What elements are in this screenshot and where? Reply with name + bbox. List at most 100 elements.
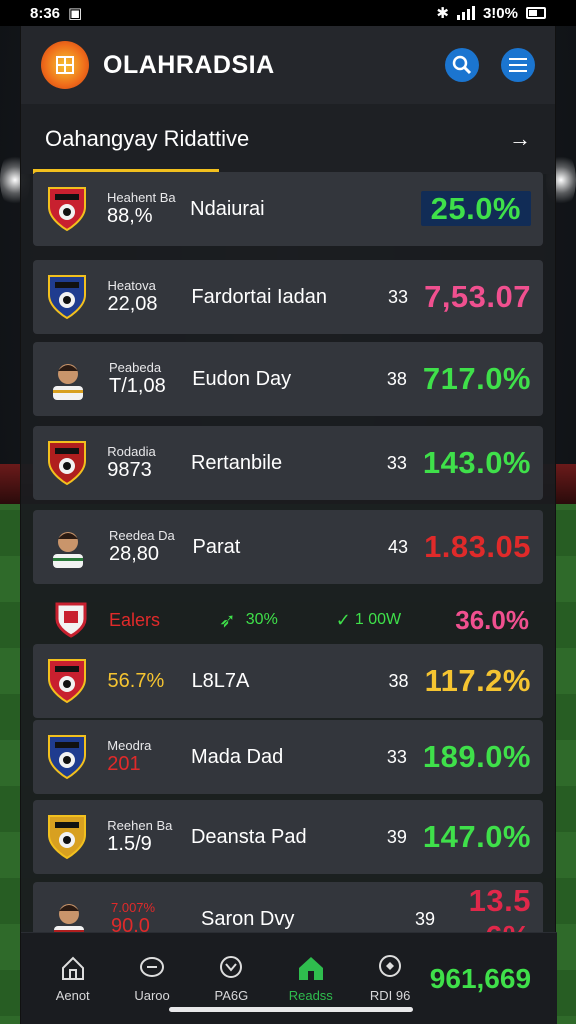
- stats-icon: [379, 955, 402, 977]
- card-meta: Peabeda T/1,08: [109, 359, 184, 398]
- ticker-row[interactable]: Ealers ➶ 30% ✓ 1 00W 36.0%: [33, 598, 543, 642]
- section-title: Oahangyay Ridattive: [45, 126, 250, 151]
- ticker-stat-1: 30%: [245, 611, 278, 628]
- card-number: T/1,08: [109, 375, 166, 398]
- nav-item-uaroo[interactable]: Uaroo: [112, 954, 191, 1003]
- card-meta: Meodra 201: [107, 737, 183, 775]
- card-subtitle: Peabeda: [109, 359, 162, 375]
- club-crest-icon: [47, 594, 95, 646]
- club-crest-icon: [45, 731, 89, 783]
- card-name: Mada Dad: [190, 745, 284, 768]
- card-count: 39: [386, 826, 407, 847]
- card-number: 22,08: [107, 293, 158, 316]
- nav-item-pa6g[interactable]: PA6G: [192, 954, 271, 1003]
- card-value-text: 147.0%: [422, 819, 531, 854]
- trophy-icon: [220, 956, 243, 978]
- card-count: 43: [388, 536, 409, 557]
- card-name: Parat: [192, 535, 241, 558]
- card-count: 38: [388, 670, 409, 691]
- card-value: 189.0%: [423, 739, 531, 775]
- section-header[interactable]: Oahangyay Ridattive →: [21, 104, 555, 174]
- ranking-card[interactable]: 56.7% L8L7A 38 117.2%: [33, 644, 543, 718]
- card-meta: Rodadia 9873: [107, 443, 183, 482]
- card-value: 7,53.07: [424, 279, 531, 315]
- app-screen: OLAHRADSIA Oahangyay Ridattive → Heahent…: [20, 26, 557, 1024]
- card-subtitle: Heahent Ba: [106, 189, 176, 205]
- card-name: L8L7A: [191, 669, 250, 692]
- nav-item-readss[interactable]: Readss: [271, 954, 350, 1003]
- nav-label: PA6G: [214, 988, 249, 1003]
- ranking-card[interactable]: Reehen Ba 1.5/9 Deansta Pad 39 147.0%: [33, 800, 543, 874]
- ranking-card[interactable]: Peabeda T/1,08 Eudon Day 38 717.0%: [33, 342, 543, 416]
- card-meta: Heahent Ba 88,%: [106, 189, 182, 228]
- app-logo-icon: [41, 41, 89, 89]
- card-meta: Reedea Da 28,80: [109, 527, 185, 565]
- club-crest-icon: [45, 811, 89, 863]
- ticker-value: 36.0%: [455, 604, 529, 635]
- ranking-card[interactable]: Meodra 201 Mada Dad 33 189.0%: [33, 720, 543, 794]
- card-number: 1.5/9: [107, 833, 152, 856]
- nav-label: Aenot: [55, 988, 90, 1003]
- card-subtitle: Rodadia: [107, 443, 156, 459]
- app-title: OLAHRADSIA: [103, 50, 275, 79]
- signal-icon: [456, 6, 475, 20]
- card-subtitle: Heatova: [107, 277, 156, 293]
- card-value: 143.0%: [423, 445, 531, 481]
- card-number: 9873: [107, 459, 152, 482]
- bluetooth-icon: ✱: [436, 5, 449, 22]
- card-value-text: 717.0%: [422, 361, 531, 396]
- ranking-card[interactable]: Heatova 22,08 Fardortai Iadan 33 7,53.07: [33, 260, 543, 334]
- status-bar: 8:36 ▣ ✱ 3!0%: [0, 0, 576, 26]
- nav-item-rdi[interactable]: RDI 96: [350, 954, 429, 1003]
- club-crest-icon: [45, 655, 90, 707]
- card-value-text: 25.0%: [420, 191, 531, 226]
- battery-icon: [526, 7, 546, 19]
- card-value: 117.2%: [425, 663, 531, 699]
- card-value-text: 189.0%: [422, 739, 531, 774]
- arrow-right-icon[interactable]: →: [509, 126, 531, 152]
- home-outline-icon: [61, 956, 84, 980]
- card-subtitle: 7.007%: [111, 899, 156, 915]
- card-count: 38: [386, 368, 407, 389]
- nav-total-value: 961,669: [429, 962, 532, 994]
- card-value-text: 1.83.05: [424, 529, 531, 564]
- camera-icon: ▣: [68, 5, 83, 22]
- nav-item-aenot[interactable]: Aenot: [33, 954, 112, 1003]
- card-value: 1.83.05: [424, 529, 531, 565]
- club-crest-icon: [45, 271, 89, 323]
- club-crest-icon: [45, 183, 89, 235]
- card-number: 88,%: [106, 205, 153, 228]
- home-indicator[interactable]: [169, 1007, 413, 1012]
- menu-button[interactable]: [501, 48, 535, 82]
- card-value: 147.0%: [423, 819, 531, 855]
- player-avatar-icon: [45, 353, 91, 405]
- card-name: Rertanbile: [190, 451, 283, 474]
- card-count: 33: [386, 746, 407, 767]
- boot-icon: ➶: [219, 609, 236, 632]
- card-value-text: 7,53.07: [424, 279, 532, 314]
- player-avatar-icon: [45, 521, 91, 573]
- check-icon: ✓: [335, 609, 351, 630]
- ranking-card[interactable]: Heahent Ba 88,% Ndaiurai 25.0%: [33, 172, 543, 246]
- card-subtitle: Reedea Da: [109, 527, 175, 543]
- app-bar: OLAHRADSIA: [21, 26, 555, 104]
- card-name: Fardortai Iadan: [191, 285, 328, 308]
- menu-icon: [509, 58, 527, 72]
- ranking-card[interactable]: Rodadia 9873 Rertanbile 33 143.0%: [33, 426, 543, 500]
- nav-label: RDI 96: [369, 988, 411, 1003]
- card-meta: Reehen Ba 1.5/9: [107, 817, 183, 856]
- card-name: Saron Dvy: [201, 907, 295, 930]
- card-name: Deansta Pad: [190, 825, 307, 848]
- card-subtitle: Reehen Ba: [107, 817, 173, 833]
- card-subtitle: Meodra: [107, 737, 152, 753]
- home-icon: [298, 957, 323, 980]
- search-button[interactable]: [445, 48, 479, 82]
- bottom-nav: Aenot Uaroo PA6G Readss RDI 96 961,669: [21, 932, 557, 1024]
- status-time: 8:36: [30, 4, 61, 22]
- ticker-label: Ealers: [109, 609, 161, 630]
- card-count: 39: [414, 908, 435, 929]
- card-value-text: 117.2%: [424, 663, 531, 698]
- card-value: 25.0%: [420, 191, 531, 227]
- ranking-card[interactable]: Reedea Da 28,80 Parat 43 1.83.05: [33, 510, 543, 584]
- ticker-stat-2: 1 00W: [354, 611, 402, 628]
